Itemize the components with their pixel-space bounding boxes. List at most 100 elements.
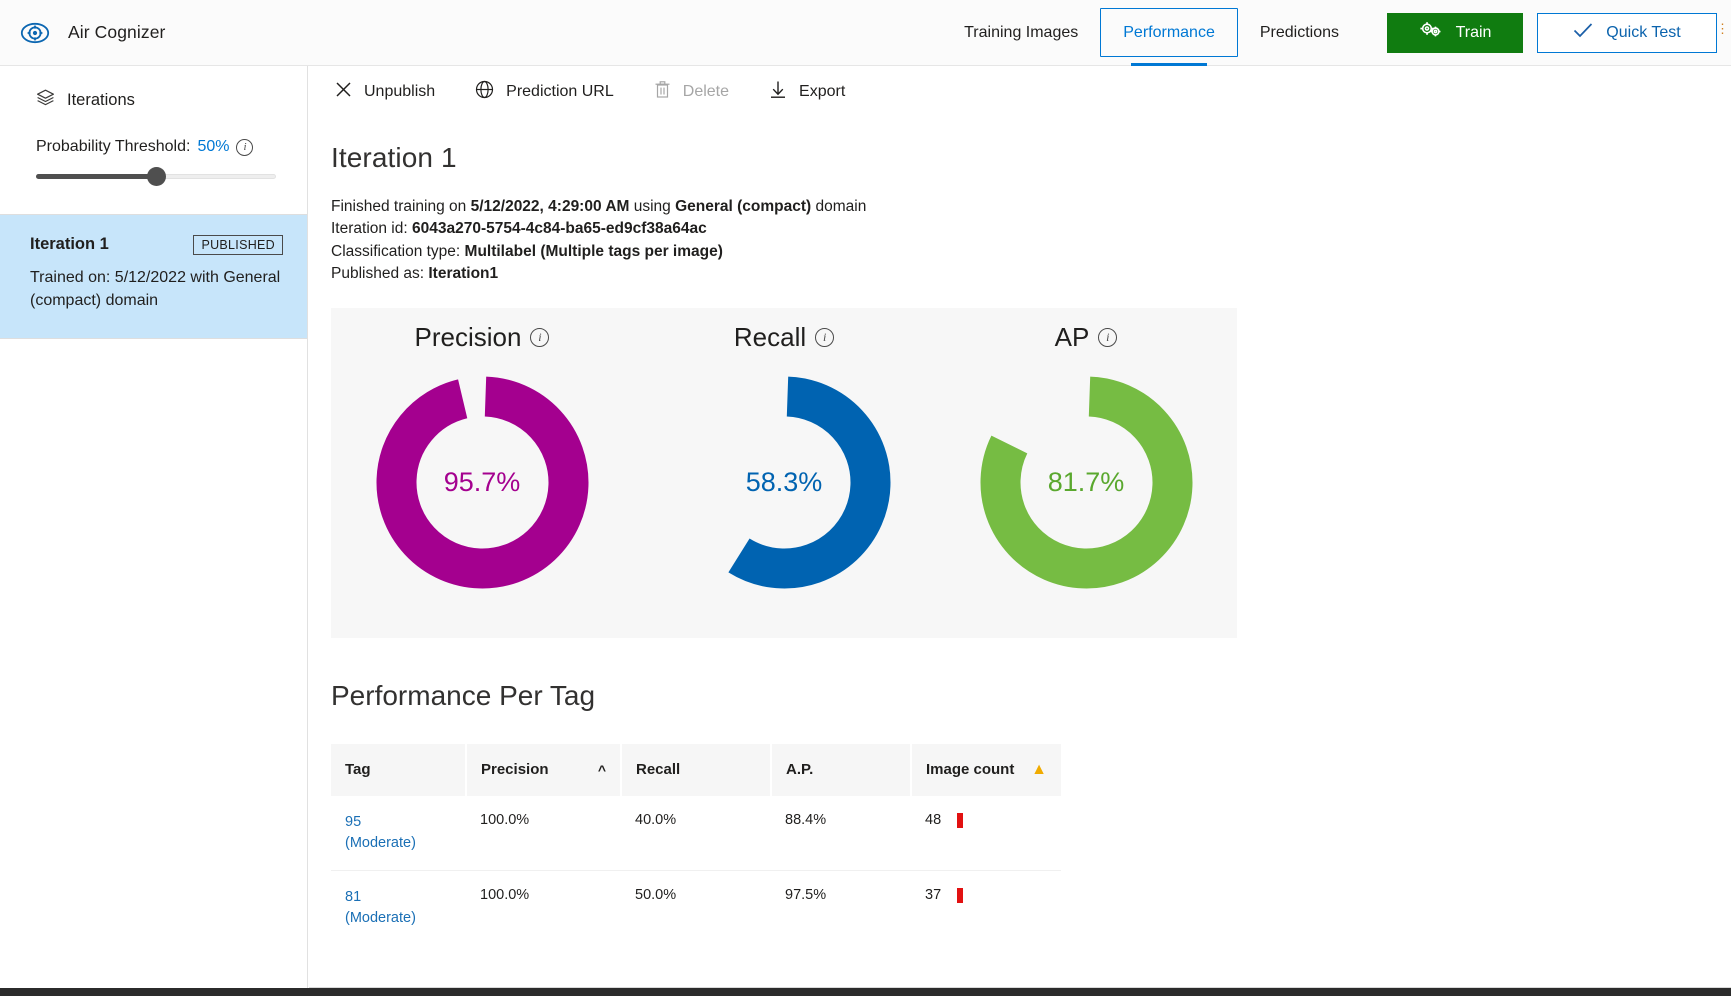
sidebar-header: Iterations xyxy=(0,66,307,112)
eye-gear-icon xyxy=(18,16,52,50)
probability-threshold-value: 50% xyxy=(197,138,230,155)
meta-finished-training: Finished training on 5/12/2022, 4:29:00 … xyxy=(331,196,1731,218)
table-body: 95 (Moderate) 100.0% 40.0% 88.4% 48 81 (… xyxy=(331,796,1061,945)
prediction-url-button[interactable]: Prediction URL xyxy=(459,70,630,114)
table-header-row: Tag Precision ^ Recall A.P. Image count xyxy=(331,743,1061,796)
info-icon[interactable]: i xyxy=(815,327,835,347)
sidebar-header-label: Iterations xyxy=(67,90,135,109)
cell-precision: 100.0% xyxy=(480,886,530,903)
prediction-url-label: Prediction URL xyxy=(506,83,614,100)
metric-precision-header: Precision i xyxy=(415,322,550,353)
cell-tag: 95 (Moderate) xyxy=(331,796,466,871)
meta-finished-date: 5/12/2022, 4:29:00 AM xyxy=(470,198,630,215)
overflow-indicator[interactable]: ⋮ xyxy=(1716,22,1729,35)
ap-donut-chart: 81.7% xyxy=(979,375,1194,590)
chevron-up-icon: ^ xyxy=(597,761,606,778)
iteration-card-header: Iteration 1 PUBLISHED xyxy=(30,235,283,255)
info-icon[interactable]: i xyxy=(530,327,550,347)
info-icon[interactable]: i xyxy=(1098,327,1118,347)
info-icon[interactable]: i xyxy=(236,138,254,156)
quick-test-button-label: Quick Test xyxy=(1606,23,1681,41)
metric-recall: Recall i 58.3% xyxy=(644,322,924,590)
meta-finished-prefix: Finished training on xyxy=(331,198,471,215)
meta-iteration-id: Iteration id: 6043a270-5754-4c84-ba65-ed… xyxy=(331,218,1731,240)
meta-classification-type: Classification type: Multilabel (Multipl… xyxy=(331,241,1731,263)
sidebar: Iterations Probability Threshold: 50% i … xyxy=(0,66,308,996)
meta-published-label: Published as: xyxy=(331,265,429,283)
image-count-value: 37 xyxy=(925,886,942,903)
tab-predictions[interactable]: Predictions xyxy=(1238,0,1361,66)
cell-recall: 50.0% xyxy=(635,886,677,903)
column-header-precision[interactable]: Precision ^ xyxy=(466,743,622,796)
table-row[interactable]: 95 (Moderate) 100.0% 40.0% 88.4% 48 xyxy=(331,796,1061,871)
column-label-image-count: Image count xyxy=(926,761,1015,779)
table-row[interactable]: 81 (Moderate) 100.0% 50.0% 97.5% 37 xyxy=(331,870,1061,945)
trash-icon xyxy=(654,80,671,104)
cell-ap: 88.4% xyxy=(785,811,827,828)
tab-performance[interactable]: Performance xyxy=(1100,8,1238,66)
slider-fill xyxy=(36,174,156,179)
gears-icon xyxy=(1419,21,1443,44)
performance-per-tag-table: Tag Precision ^ Recall A.P. Image count xyxy=(331,743,1061,945)
cell-ap: 97.5% xyxy=(785,886,827,903)
iteration-card-title: Iteration 1 xyxy=(30,235,109,253)
status-badge: PUBLISHED xyxy=(193,235,283,255)
globe-icon xyxy=(475,80,494,104)
recall-donut-chart: 58.3% xyxy=(677,375,892,590)
cell-precision: 100.0% xyxy=(480,811,530,828)
main-nav: Training Images Performance Predictions xyxy=(942,0,1361,66)
export-button[interactable]: Export xyxy=(753,70,861,114)
tag-link[interactable]: 95 (Moderate) xyxy=(345,814,416,851)
probability-threshold-slider[interactable] xyxy=(0,156,307,190)
tab-training-images[interactable]: Training Images xyxy=(942,0,1100,66)
column-header-ap[interactable]: A.P. xyxy=(771,743,912,796)
meta-published-as: Published as: Iteration1 xyxy=(331,263,1731,285)
main-content: Unpublish Prediction URL Delete Export I… xyxy=(309,66,1731,990)
quick-test-button[interactable]: Quick Test xyxy=(1537,12,1717,53)
train-button[interactable]: Train xyxy=(1387,12,1523,53)
app-name: Air Cognizer xyxy=(68,22,166,42)
low-count-indicator-icon xyxy=(957,812,964,828)
page-title: Iteration 1 xyxy=(331,142,457,173)
meta-iteration-id-label: Iteration id: xyxy=(331,220,412,238)
warning-triangle-icon: ▲ xyxy=(1031,760,1047,778)
ap-value: 81.7% xyxy=(1047,466,1125,497)
slider-thumb[interactable] xyxy=(146,167,166,186)
column-label-tag: Tag xyxy=(345,761,371,779)
overall-metrics-panel: Precision i 95.7% Recall i 58.3% AP i 81… xyxy=(331,307,1237,638)
meta-classification-label: Classification type: xyxy=(331,242,465,260)
metric-ap-header: AP i xyxy=(1055,322,1118,353)
meta-finished-domain: General (compact) xyxy=(675,198,812,215)
column-label-recall: Recall xyxy=(636,761,681,779)
unpublish-button[interactable]: Unpublish xyxy=(319,70,451,114)
top-bar: Air Cognizer Training Images Performance… xyxy=(0,0,1731,66)
image-count-value: 48 xyxy=(925,811,942,828)
cell-tag: 81 (Moderate) xyxy=(331,870,466,945)
tag-link[interactable]: 81 (Moderate) xyxy=(345,889,416,926)
low-count-indicator-icon xyxy=(957,887,964,903)
meta-classification-value: Multilabel (Multiple tags per image) xyxy=(464,242,723,260)
recall-value: 58.3% xyxy=(745,466,823,497)
sidebar-item-iteration-1[interactable]: Iteration 1 PUBLISHED Trained on: 5/12/2… xyxy=(0,214,307,340)
metric-recall-header: Recall i xyxy=(733,321,835,353)
column-header-recall[interactable]: Recall xyxy=(621,743,772,796)
cell-image-count: 48 xyxy=(911,796,1061,871)
column-label-precision: Precision xyxy=(481,761,549,779)
cell-recall: 40.0% xyxy=(635,811,677,828)
meta-finished-suffix: domain xyxy=(811,198,867,215)
export-label: Export xyxy=(799,83,846,100)
column-header-image-count[interactable]: Image count ▲ xyxy=(911,743,1061,796)
metric-ap-label: AP xyxy=(1054,321,1090,352)
meta-iteration-id-value: 6043a270-5754-4c84-ba65-ed9cf38a64ac xyxy=(412,220,707,238)
column-label-ap: A.P. xyxy=(786,761,814,779)
train-button-label: Train xyxy=(1455,23,1492,41)
delete-button: Delete xyxy=(638,70,745,114)
bottom-strip xyxy=(0,988,1731,996)
metric-recall-label: Recall xyxy=(733,321,807,352)
meta-finished-middle: using xyxy=(629,198,676,215)
probability-threshold-label: Probability Threshold: xyxy=(36,138,191,155)
cell-image-count: 37 xyxy=(911,870,1061,945)
unpublish-label: Unpublish xyxy=(364,83,436,100)
precision-donut-chart: 95.7% xyxy=(375,375,590,590)
column-header-tag[interactable]: Tag xyxy=(331,743,467,796)
